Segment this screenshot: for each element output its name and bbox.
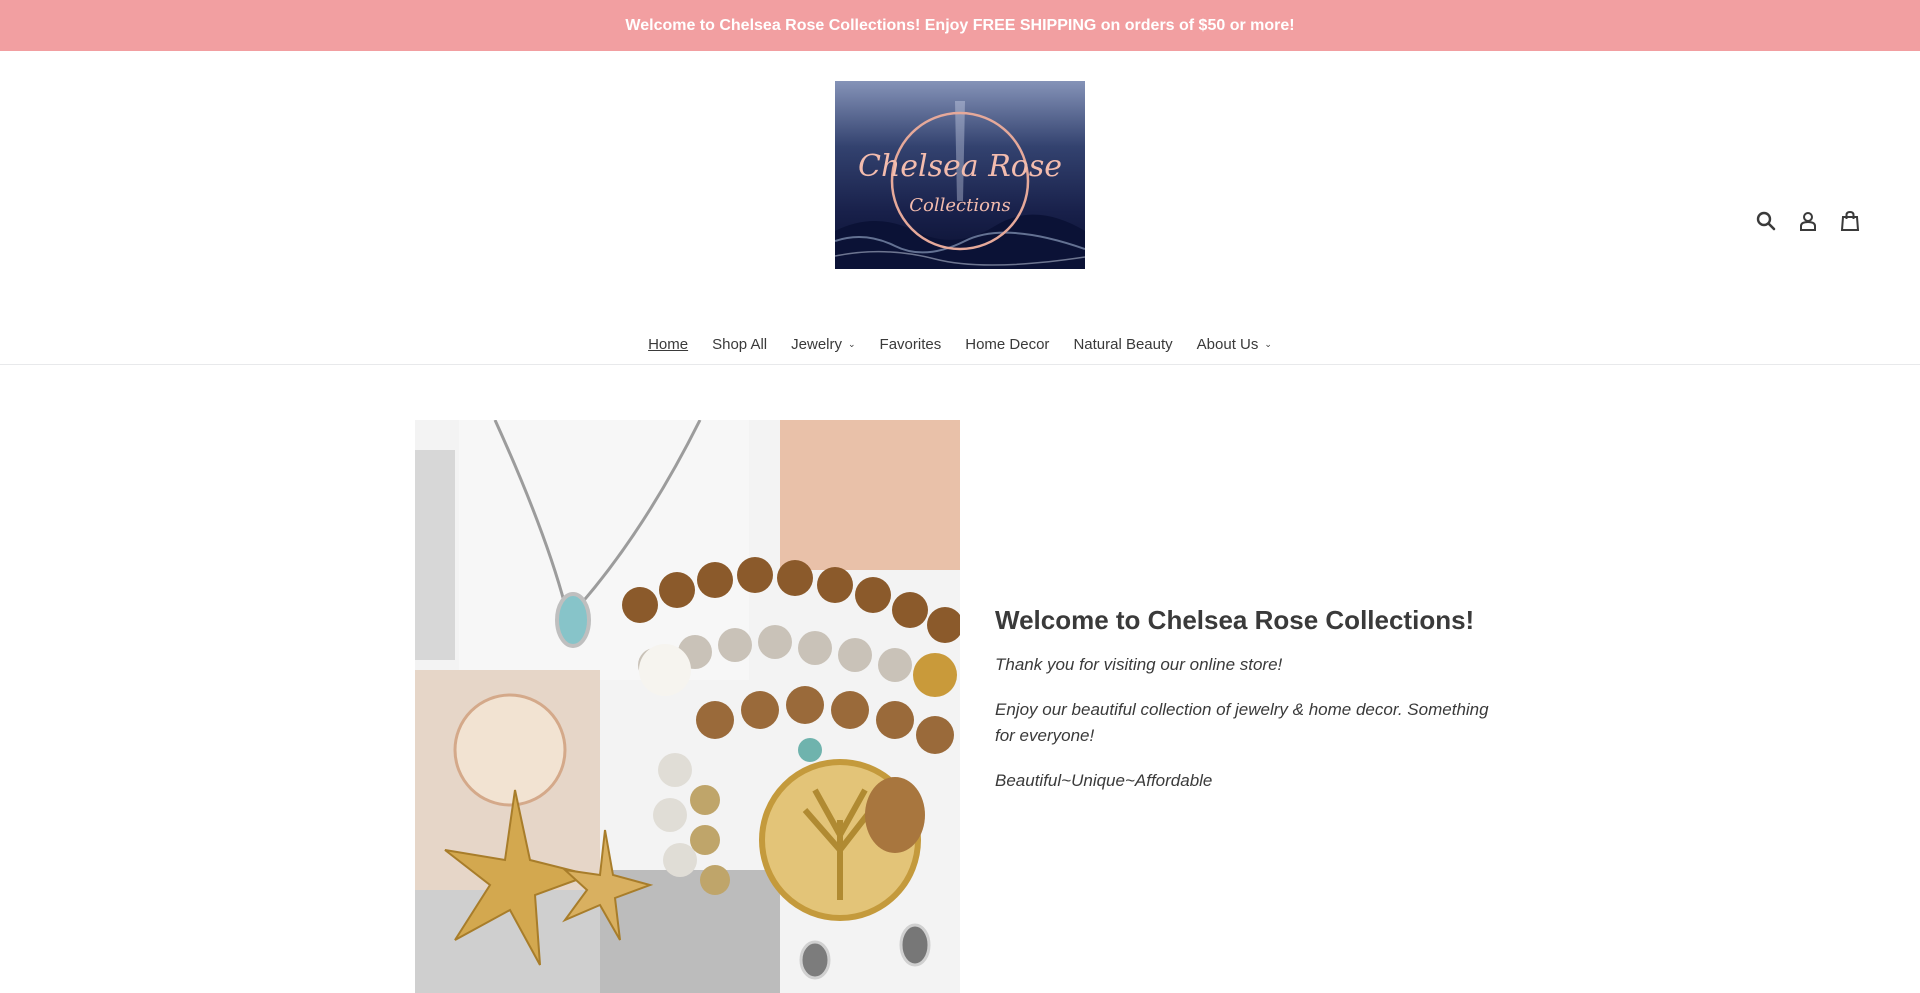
cart-icon[interactable] <box>1840 210 1860 231</box>
store-logo[interactable]: Chelsea Rose Collections <box>835 81 1085 269</box>
site-header: Chelsea Rose Collections Home Shop All J… <box>0 51 1920 365</box>
nav-item-shop-all[interactable]: Shop All <box>712 336 767 353</box>
main-nav: Home Shop All Jewelry ⌄ Favorites Home D… <box>0 336 1920 353</box>
logo-line1: Chelsea Rose <box>858 149 1062 184</box>
logo-line2: Collections <box>909 195 1011 216</box>
hero-paragraph: Enjoy our beautiful collection of jewelr… <box>995 700 1489 745</box>
nav-item-about-us[interactable]: About Us ⌄ <box>1197 336 1272 353</box>
nav-item-home-decor[interactable]: Home Decor <box>965 336 1049 353</box>
nav-item-home[interactable]: Home <box>648 336 688 353</box>
chevron-down-icon: ⌄ <box>1264 339 1272 349</box>
hero-text-block: Welcome to Chelsea Rose Collections! Tha… <box>995 605 1505 813</box>
header-icons <box>1756 210 1860 231</box>
chevron-down-icon: ⌄ <box>848 339 856 349</box>
nav-item-natural-beauty[interactable]: Natural Beauty <box>1073 336 1172 353</box>
nav-item-jewelry[interactable]: Jewelry ⌄ <box>791 336 855 353</box>
search-icon[interactable] <box>1756 211 1776 231</box>
logo-graphic: Chelsea Rose Collections <box>835 81 1085 269</box>
hero-section: Welcome to Chelsea Rose Collections! Tha… <box>0 365 1920 993</box>
announcement-text: Welcome to Chelsea Rose Collections! Enj… <box>625 16 1295 34</box>
nav-item-favorites[interactable]: Favorites <box>880 336 942 353</box>
hero-paragraph: Thank you for visiting our online store! <box>995 655 1283 674</box>
hero-title: Welcome to Chelsea Rose Collections! <box>995 605 1475 635</box>
account-icon[interactable] <box>1798 211 1818 231</box>
hero-paragraph: Beautiful~Unique~Affordable <box>995 771 1213 790</box>
hero-jewelry-image <box>415 420 960 993</box>
announcement-bar: Welcome to Chelsea Rose Collections! Enj… <box>0 0 1920 51</box>
